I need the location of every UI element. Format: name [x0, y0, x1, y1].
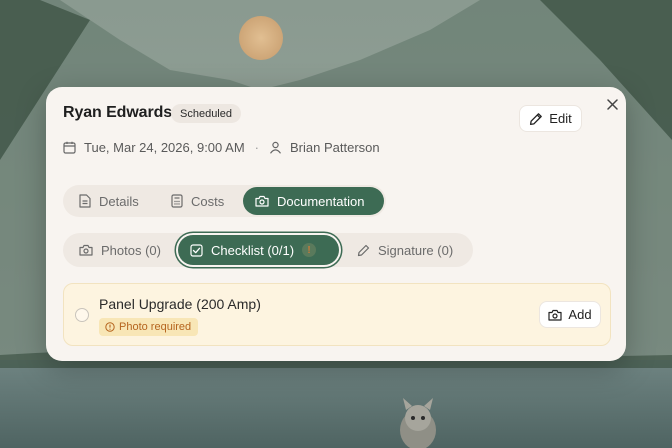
tab-details[interactable]: Details — [67, 187, 151, 215]
photo-required-label: Photo required — [119, 321, 192, 333]
camera-icon — [79, 244, 93, 256]
tab-documentation-label: Documentation — [277, 193, 365, 209]
tab-details-label: Details — [99, 193, 139, 209]
alert-circle-icon — [105, 322, 115, 332]
item-title: Panel Upgrade (200 Amp) — [99, 296, 261, 312]
item-checkbox[interactable] — [75, 308, 89, 322]
close-icon — [606, 98, 618, 110]
tab-documentation[interactable]: Documentation — [243, 187, 384, 215]
tab-photos[interactable]: Photos (0) — [67, 235, 173, 265]
calculator-icon — [171, 194, 183, 208]
pencil-icon — [530, 112, 543, 125]
photo-required-badge: Photo required — [99, 318, 199, 336]
camera-icon — [255, 195, 269, 207]
close-button[interactable] — [604, 96, 620, 112]
tab-signature-label: Signature (0) — [378, 242, 454, 258]
edit-button-label: Edit — [549, 111, 572, 126]
customer-name: Ryan Edwards — [63, 104, 173, 121]
user-icon — [269, 140, 283, 154]
appointment-meta: Tue, Mar 24, 2026, 9:00 AM · Brian Patte… — [63, 138, 380, 156]
pen-icon — [357, 244, 370, 256]
documentation-sub-tabs: Photos (0) Checklist (0/1) ! Signature (… — [63, 233, 473, 267]
tab-costs-label: Costs — [191, 193, 225, 209]
add-photo-button[interactable]: Add — [539, 301, 601, 328]
calendar-icon — [63, 140, 77, 154]
tab-checklist[interactable]: Checklist (0/1) ! — [178, 235, 339, 265]
checkbox-icon — [190, 243, 203, 257]
main-tabs: Details Costs Documentation — [63, 185, 386, 217]
appointment-modal: Ryan Edwards Scheduled Edit Tue, Mar 24,… — [46, 87, 626, 361]
camera-icon — [548, 309, 563, 321]
meta-separator: · — [254, 139, 260, 155]
edit-button[interactable]: Edit — [519, 105, 582, 132]
appointment-datetime: Tue, Mar 24, 2026, 9:00 AM — [84, 139, 245, 155]
tab-costs[interactable]: Costs — [159, 187, 236, 215]
tab-signature[interactable]: Signature (0) — [345, 235, 465, 265]
checklist-item: Panel Upgrade (200 Amp) Photo required A… — [63, 283, 611, 346]
add-photo-label: Add — [568, 307, 592, 322]
tab-checklist-label: Checklist (0/1) — [211, 242, 295, 258]
status-badge: Scheduled — [171, 104, 241, 123]
document-icon — [79, 194, 91, 208]
assignee-name: Brian Patterson — [290, 139, 380, 155]
checklist-alert-badge: ! — [302, 243, 317, 257]
tab-photos-label: Photos (0) — [101, 242, 161, 258]
